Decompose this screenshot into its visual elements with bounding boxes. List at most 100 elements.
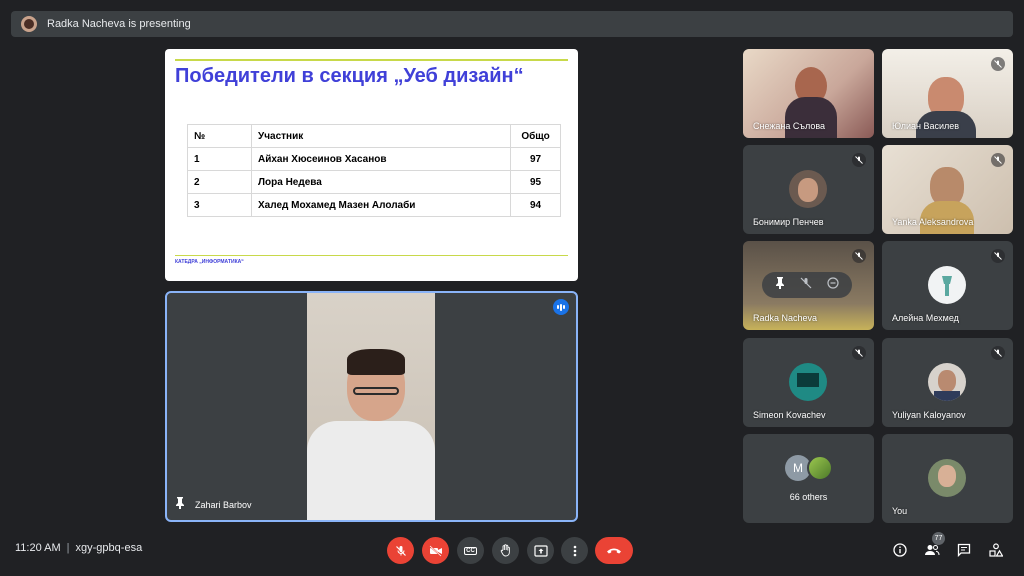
chat-button[interactable] — [954, 540, 974, 560]
meeting-details-button[interactable] — [890, 540, 910, 560]
mic-off-icon — [991, 57, 1005, 71]
table-cell: 95 — [510, 170, 561, 194]
leave-call-button[interactable] — [595, 537, 633, 564]
participant-name: Yanka Aleksandrova — [892, 217, 974, 227]
meeting-code[interactable]: xgy-gpbq-esa — [76, 542, 143, 554]
participant-tile[interactable]: Алейна Мехмед — [882, 241, 1013, 330]
participant-name: You — [892, 506, 908, 516]
person-hair — [347, 349, 405, 375]
participant-tile[interactable]: Снежана Сълова — [743, 49, 874, 138]
participant-tile[interactable]: Бонимир Пенчев — [743, 145, 874, 234]
self-tile[interactable]: You — [882, 434, 1013, 523]
activities-button[interactable] — [986, 540, 1006, 560]
present-icon — [533, 544, 548, 557]
people-icon — [925, 545, 940, 556]
info-icon — [893, 543, 907, 557]
person-body — [307, 421, 435, 520]
activities-icon — [989, 543, 1003, 557]
results-table: № Участник Общо 1 Айхан Хюсеинов Хасанов… — [187, 124, 561, 217]
mic-toggle-button[interactable] — [387, 537, 414, 564]
meeting-info: 11:20 AM | xgy-gpbq-esa — [15, 542, 142, 554]
slide-rule-top — [175, 59, 568, 61]
table-cell: Халед Мохамед Мазен Алолаби — [251, 193, 511, 217]
speaker-video — [307, 293, 435, 520]
table-cell: 94 — [510, 193, 561, 217]
separator: | — [66, 542, 70, 554]
avatar-face — [938, 370, 956, 392]
avatar — [807, 455, 833, 481]
avatar — [928, 459, 966, 497]
participant-tile[interactable]: Юлиан Василев — [882, 49, 1013, 138]
speaking-indicator-icon — [553, 299, 569, 315]
table-cell: 1 — [187, 147, 252, 171]
mute-participant-icon[interactable] — [800, 276, 812, 294]
mic-off-icon — [991, 153, 1005, 167]
shared-screen[interactable]: Победители в секция „Уеб дизайн“ № Участ… — [165, 49, 578, 281]
pin-icon[interactable] — [175, 497, 185, 512]
more-options-button[interactable] — [561, 537, 588, 564]
avatar — [789, 170, 827, 208]
presenting-banner: Radka Nacheva is presenting — [11, 11, 1013, 37]
mic-off-icon — [852, 249, 866, 263]
table-cell: 97 — [510, 147, 561, 171]
participant-name: Снежана Сълова — [753, 121, 826, 131]
column-header: Общо — [510, 124, 561, 148]
call-controls-bar: 11:20 AM | xgy-gpbq-esa CC — [0, 530, 1024, 570]
raise-hand-button[interactable] — [492, 537, 519, 564]
clock: 11:20 AM — [15, 542, 61, 554]
avatar-face — [938, 465, 956, 487]
participants-count-badge: 77 — [932, 532, 945, 545]
avatar-face — [798, 178, 818, 202]
participant-name: Юлиан Василев — [892, 121, 960, 131]
avatar-screen — [797, 373, 819, 387]
slide-title: Победители в секция „Уеб дизайн“ — [175, 65, 524, 87]
pin-icon[interactable] — [775, 276, 785, 294]
captions-icon: CC — [464, 546, 477, 555]
speaker-name-label: Zahari Barbov — [175, 497, 252, 512]
person-glasses — [353, 387, 399, 395]
participant-tile[interactable]: Yanka Aleksandrova — [882, 145, 1013, 234]
mic-off-icon — [395, 545, 406, 556]
avatar — [928, 363, 966, 401]
participant-name: Yuliyan Kaloyanov — [892, 410, 966, 420]
speaker-name: Zahari Barbov — [195, 499, 252, 510]
table-cell: Айхан Хюсеинов Хасанов — [251, 147, 511, 171]
avatar-body — [934, 391, 960, 401]
tile-hover-controls — [762, 272, 852, 298]
table-row: 3 Халед Мохамед Мазен Алолаби 94 — [187, 193, 561, 217]
slide-footer: КАТЕДРА „ИНФОРМАТИКА“ — [175, 259, 244, 265]
hand-icon — [500, 544, 510, 557]
table-cell: 3 — [187, 193, 252, 217]
participant-name: Simeon Kovachev — [753, 410, 826, 420]
avatar — [928, 266, 966, 304]
camera-off-icon — [428, 544, 442, 557]
camera-toggle-button[interactable] — [422, 537, 449, 564]
mic-off-icon — [852, 346, 866, 360]
participant-name: Бонимир Пенчев — [753, 217, 824, 227]
chat-icon — [957, 543, 971, 557]
table-cell: Лора Недева — [251, 170, 511, 194]
participant-tile[interactable]: Simeon Kovachev — [743, 338, 874, 427]
captions-button[interactable]: CC — [457, 537, 484, 564]
mic-off-icon — [991, 249, 1005, 263]
column-header: Участник — [251, 124, 511, 148]
participant-figure — [785, 97, 837, 138]
more-vert-icon — [573, 545, 576, 556]
presenter-avatar — [21, 16, 37, 32]
table-row: 1 Айхан Хюсеинов Хасанов 97 — [187, 147, 561, 171]
present-now-button[interactable] — [527, 537, 554, 564]
active-speaker-tile[interactable]: Zahari Barbov — [165, 291, 578, 522]
remove-icon[interactable] — [827, 276, 839, 294]
participant-name: Алейна Мехмед — [892, 313, 959, 323]
hang-up-icon — [607, 548, 621, 553]
avatar — [789, 363, 827, 401]
participant-tile[interactable]: Yuliyan Kaloyanov — [882, 338, 1013, 427]
table-cell: 2 — [187, 170, 252, 194]
table-header-row: № Участник Общо — [187, 124, 561, 148]
table-row: 2 Лора Недева 95 — [187, 170, 561, 194]
slide-rule-bottom — [175, 255, 568, 256]
others-tile[interactable]: M 66 others — [743, 434, 874, 523]
others-count: 66 others — [789, 492, 828, 502]
presenting-text: Radka Nacheva is presenting — [47, 18, 191, 30]
column-header: № — [187, 124, 252, 148]
